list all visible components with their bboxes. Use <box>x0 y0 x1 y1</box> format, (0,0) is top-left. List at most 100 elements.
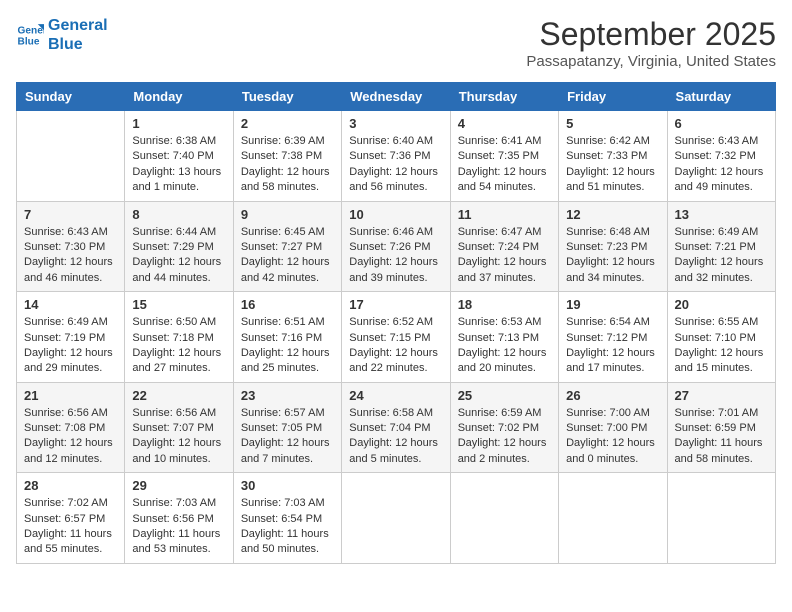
calendar-cell: 6 Sunrise: 6:43 AMSunset: 7:32 PMDaylight… <box>667 111 775 202</box>
logo-icon: General Blue <box>16 21 44 49</box>
day-number: 15 <box>132 297 225 312</box>
day-info: Sunrise: 6:56 AMSunset: 7:08 PMDaylight:… <box>24 406 117 468</box>
day-info: Sunrise: 6:48 AMSunset: 7:23 PMDaylight:… <box>566 225 659 287</box>
calendar-cell: 17 Sunrise: 6:52 AMSunset: 7:15 PMDayligh… <box>342 292 450 383</box>
calendar-cell: 18Sunrise: 6:53 AMSunset: 7:13 PMDayligh… <box>450 292 558 383</box>
weekday-header-saturday: Saturday <box>667 83 775 111</box>
page-header: General Blue General Blue September 2025… <box>16 16 776 70</box>
day-number: 21 <box>24 388 117 403</box>
day-number: 13 <box>675 207 768 222</box>
calendar-cell: 8 Sunrise: 6:44 AMSunset: 7:29 PMDaylight… <box>125 201 233 292</box>
day-number: 7 <box>24 207 117 222</box>
calendar-cell: 7 Sunrise: 6:43 AMSunset: 7:30 PMDaylight… <box>17 201 125 292</box>
day-number: 8 <box>132 207 225 222</box>
day-info: Sunrise: 6:46 AMSunset: 7:26 PMDaylight:… <box>349 225 442 287</box>
weekday-header-friday: Friday <box>559 83 667 111</box>
day-info: Sunrise: 6:49 AMSunset: 7:21 PMDaylight:… <box>675 225 768 287</box>
day-info: Sunrise: 6:41 AMSunset: 7:35 PMDaylight:… <box>458 134 551 196</box>
logo-general: General <box>48 16 108 35</box>
calendar-cell: 26Sunrise: 7:00 AMSunset: 7:00 PMDayligh… <box>559 382 667 473</box>
calendar-cell: 12 Sunrise: 6:48 AMSunset: 7:23 PMDayligh… <box>559 201 667 292</box>
day-info: Sunrise: 7:00 AMSunset: 7:00 PMDaylight:… <box>566 406 659 468</box>
calendar-cell <box>559 473 667 564</box>
calendar-cell: 30Sunrise: 7:03 AMSunset: 6:54 PMDayligh… <box>233 473 341 564</box>
calendar-cell: 20 Sunrise: 6:55 AMSunset: 7:10 PMDayligh… <box>667 292 775 383</box>
calendar-table: SundayMondayTuesdayWednesdayThursdayFrid… <box>16 82 776 564</box>
day-info: Sunrise: 6:45 AMSunset: 7:27 PMDaylight:… <box>241 225 334 287</box>
day-number: 6 <box>675 116 768 131</box>
day-info: Sunrise: 6:43 AMSunset: 7:32 PMDaylight:… <box>675 134 768 196</box>
day-info: Sunrise: 6:51 AMSunset: 7:16 PMDaylight:… <box>241 315 334 377</box>
calendar-cell <box>667 473 775 564</box>
day-info: Sunrise: 6:53 AMSunset: 7:13 PMDaylight:… <box>458 315 551 377</box>
calendar-cell: 16 Sunrise: 6:51 AMSunset: 7:16 PMDayligh… <box>233 292 341 383</box>
calendar-cell: 5Sunrise: 6:42 AMSunset: 7:33 PMDaylight… <box>559 111 667 202</box>
day-number: 17 <box>349 297 442 312</box>
day-number: 23 <box>241 388 334 403</box>
title-block: September 2025 Passapatanzy, Virginia, U… <box>526 16 776 70</box>
day-number: 22 <box>132 388 225 403</box>
calendar-cell <box>342 473 450 564</box>
calendar-cell: 15 Sunrise: 6:50 AMSunset: 7:18 PMDayligh… <box>125 292 233 383</box>
calendar-cell: 24Sunrise: 6:58 AMSunset: 7:04 PMDayligh… <box>342 382 450 473</box>
day-number: 25 <box>458 388 551 403</box>
calendar-cell: 2 Sunrise: 6:39 AMSunset: 7:38 PMDaylight… <box>233 111 341 202</box>
svg-text:General: General <box>18 26 44 37</box>
logo: General Blue General Blue <box>16 16 108 54</box>
calendar-cell: 4 Sunrise: 6:41 AMSunset: 7:35 PMDaylight… <box>450 111 558 202</box>
calendar-cell: 11Sunrise: 6:47 AMSunset: 7:24 PMDayligh… <box>450 201 558 292</box>
calendar-cell: 27 Sunrise: 7:01 AMSunset: 6:59 PMDayligh… <box>667 382 775 473</box>
calendar-cell: 3Sunrise: 6:40 AMSunset: 7:36 PMDaylight… <box>342 111 450 202</box>
calendar-week-5: 28 Sunrise: 7:02 AMSunset: 6:57 PMDayligh… <box>17 473 776 564</box>
weekday-header-row: SundayMondayTuesdayWednesdayThursdayFrid… <box>17 83 776 111</box>
calendar-week-2: 7 Sunrise: 6:43 AMSunset: 7:30 PMDaylight… <box>17 201 776 292</box>
day-info: Sunrise: 6:38 AMSunset: 7:40 PMDaylight:… <box>132 134 225 196</box>
day-number: 2 <box>241 116 334 131</box>
day-info: Sunrise: 7:02 AMSunset: 6:57 PMDaylight:… <box>24 496 117 558</box>
weekday-header-tuesday: Tuesday <box>233 83 341 111</box>
weekday-header-thursday: Thursday <box>450 83 558 111</box>
day-info: Sunrise: 6:44 AMSunset: 7:29 PMDaylight:… <box>132 225 225 287</box>
day-info: Sunrise: 6:39 AMSunset: 7:38 PMDaylight:… <box>241 134 334 196</box>
calendar-cell: 19 Sunrise: 6:54 AMSunset: 7:12 PMDayligh… <box>559 292 667 383</box>
calendar-cell: 25Sunrise: 6:59 AMSunset: 7:02 PMDayligh… <box>450 382 558 473</box>
day-number: 3 <box>349 116 442 131</box>
day-info: Sunrise: 6:54 AMSunset: 7:12 PMDaylight:… <box>566 315 659 377</box>
day-number: 9 <box>241 207 334 222</box>
calendar-cell: 1 Sunrise: 6:38 AMSunset: 7:40 PMDaylight… <box>125 111 233 202</box>
calendar-cell: 22Sunrise: 6:56 AMSunset: 7:07 PMDayligh… <box>125 382 233 473</box>
calendar-cell: 13 Sunrise: 6:49 AMSunset: 7:21 PMDayligh… <box>667 201 775 292</box>
day-number: 28 <box>24 478 117 493</box>
day-info: Sunrise: 6:49 AMSunset: 7:19 PMDaylight:… <box>24 315 117 377</box>
day-info: Sunrise: 6:43 AMSunset: 7:30 PMDaylight:… <box>24 225 117 287</box>
month-title: September 2025 <box>526 16 776 53</box>
day-number: 16 <box>241 297 334 312</box>
day-number: 10 <box>349 207 442 222</box>
day-info: Sunrise: 6:50 AMSunset: 7:18 PMDaylight:… <box>132 315 225 377</box>
weekday-header-sunday: Sunday <box>17 83 125 111</box>
day-info: Sunrise: 6:58 AMSunset: 7:04 PMDaylight:… <box>349 406 442 468</box>
day-number: 30 <box>241 478 334 493</box>
day-number: 19 <box>566 297 659 312</box>
day-number: 4 <box>458 116 551 131</box>
calendar-cell: 14 Sunrise: 6:49 AMSunset: 7:19 PMDayligh… <box>17 292 125 383</box>
weekday-header-monday: Monday <box>125 83 233 111</box>
calendar-cell: 9 Sunrise: 6:45 AMSunset: 7:27 PMDaylight… <box>233 201 341 292</box>
calendar-week-3: 14 Sunrise: 6:49 AMSunset: 7:19 PMDayligh… <box>17 292 776 383</box>
calendar-week-1: 1 Sunrise: 6:38 AMSunset: 7:40 PMDaylight… <box>17 111 776 202</box>
weekday-header-wednesday: Wednesday <box>342 83 450 111</box>
day-number: 12 <box>566 207 659 222</box>
day-number: 27 <box>675 388 768 403</box>
day-number: 14 <box>24 297 117 312</box>
day-info: Sunrise: 6:55 AMSunset: 7:10 PMDaylight:… <box>675 315 768 377</box>
day-info: Sunrise: 7:01 AMSunset: 6:59 PMDaylight:… <box>675 406 768 468</box>
day-info: Sunrise: 6:42 AMSunset: 7:33 PMDaylight:… <box>566 134 659 196</box>
calendar-cell: 29Sunrise: 7:03 AMSunset: 6:56 PMDayligh… <box>125 473 233 564</box>
day-number: 20 <box>675 297 768 312</box>
calendar-cell: 21 Sunrise: 6:56 AMSunset: 7:08 PMDayligh… <box>17 382 125 473</box>
day-number: 1 <box>132 116 225 131</box>
calendar-cell: 10 Sunrise: 6:46 AMSunset: 7:26 PMDayligh… <box>342 201 450 292</box>
logo-blue: Blue <box>48 35 108 54</box>
day-info: Sunrise: 6:52 AMSunset: 7:15 PMDaylight:… <box>349 315 442 377</box>
day-info: Sunrise: 7:03 AMSunset: 6:56 PMDaylight:… <box>132 496 225 558</box>
